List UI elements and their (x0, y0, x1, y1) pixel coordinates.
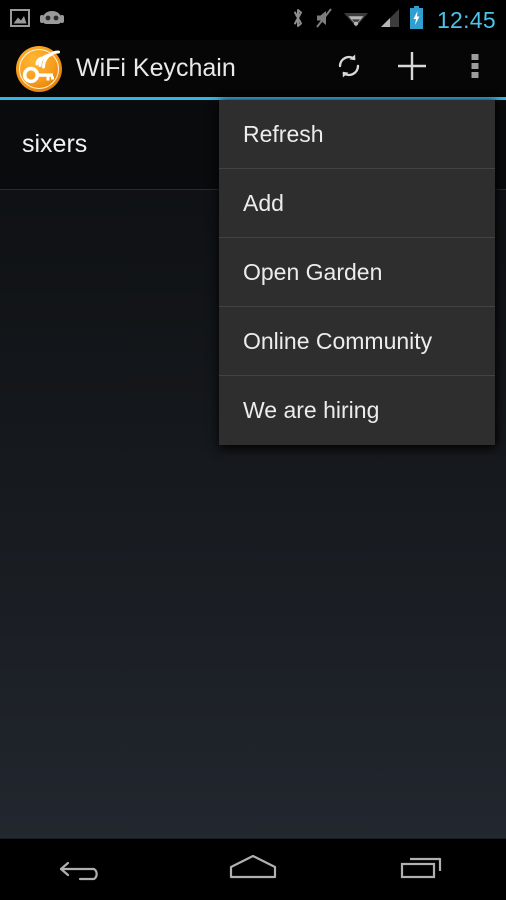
wifi-ssid-label: sixers (22, 130, 88, 158)
menu-item-online-community[interactable]: Online Community (219, 307, 495, 376)
menu-item-open-garden[interactable]: Open Garden (219, 238, 495, 307)
menu-item-label: Online Community (243, 327, 433, 354)
action-bar-buttons (317, 40, 506, 97)
back-arrow-icon (58, 852, 110, 887)
home-icon (225, 851, 281, 888)
navigation-bar (0, 838, 506, 900)
back-button[interactable] (24, 839, 144, 900)
home-button[interactable] (193, 839, 313, 900)
recents-button[interactable] (362, 839, 482, 900)
overflow-menu-button[interactable] (443, 40, 506, 97)
status-bar-left-icons (10, 8, 64, 32)
menu-item-label: We are hiring (243, 397, 380, 423)
status-bar-right-icons: 12:45 (291, 5, 496, 35)
bluetooth-icon (291, 7, 305, 34)
status-bar-clock: 12:45 (436, 6, 496, 33)
more-vertical-icon (471, 51, 479, 86)
refresh-icon (334, 51, 364, 86)
wifi-keychain-logo (15, 45, 63, 93)
screenshot-icon (10, 8, 30, 32)
app-title: WiFi Keychain (76, 54, 236, 82)
recent-apps-icon (396, 851, 448, 888)
wifi-icon (343, 8, 369, 33)
cellular-signal-icon (378, 8, 400, 33)
refresh-button[interactable] (317, 40, 380, 97)
menu-item-refresh[interactable]: Refresh (219, 100, 495, 169)
plus-icon (395, 49, 429, 88)
overflow-menu-panel: Refresh Add Open Garden Online Community… (219, 100, 495, 445)
menu-item-add[interactable]: Add (219, 169, 495, 238)
menu-item-we-are-hiring[interactable]: We are hiring (219, 376, 495, 445)
phone-screen: 12:45 WiFi Keychain sixers Refresh Add O… (0, 0, 506, 900)
menu-item-label: Refresh (243, 120, 324, 147)
menu-item-label: Add (243, 189, 284, 216)
add-button[interactable] (380, 40, 443, 97)
android-head-icon (40, 9, 64, 32)
battery-charging-icon (409, 5, 424, 35)
status-bar: 12:45 (0, 0, 506, 40)
silent-mode-icon (314, 7, 334, 34)
menu-item-label: Open Garden (243, 258, 383, 285)
action-bar: WiFi Keychain (0, 40, 506, 97)
